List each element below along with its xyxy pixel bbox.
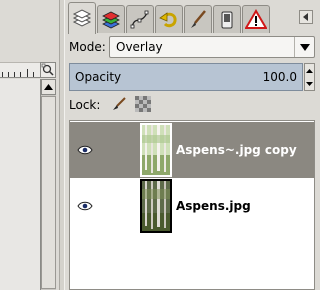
- dock-tab-bar: [65, 2, 317, 34]
- layers-dock: Mode: Overlay Opacity 100.0 Lock: Aspens…: [65, 0, 317, 290]
- spin-down-icon[interactable]: [305, 77, 314, 90]
- tab-channels[interactable]: [97, 5, 125, 33]
- lock-alpha-button[interactable]: [133, 95, 153, 115]
- tab-brushes[interactable]: [184, 5, 212, 33]
- opacity-slider[interactable]: Opacity 100.0: [69, 63, 303, 91]
- eye-icon[interactable]: [70, 178, 100, 234]
- opacity-label: Opacity: [75, 70, 122, 84]
- undo-history-icon: [158, 9, 180, 31]
- layer-name[interactable]: Aspens~.jpg copy: [176, 143, 297, 157]
- mode-row: Mode: Overlay: [69, 36, 315, 58]
- tab-undo-history[interactable]: [155, 5, 183, 33]
- lock-row: Lock:: [69, 95, 315, 115]
- lock-label: Lock:: [69, 98, 101, 112]
- layer-row-aspens-copy[interactable]: Aspens~.jpg copy: [70, 122, 314, 178]
- tab-layers[interactable]: [68, 2, 96, 34]
- device-status-icon: [216, 9, 238, 31]
- layer-thumbnail: [140, 123, 172, 177]
- layer-link-toggle[interactable]: [100, 122, 140, 178]
- dock-menu-button[interactable]: [299, 10, 313, 24]
- canvas-pane: [0, 0, 59, 290]
- layer-link-toggle[interactable]: [100, 178, 140, 234]
- scrollbar-thumb[interactable]: [41, 96, 56, 289]
- layers-empty-area[interactable]: [70, 233, 314, 289]
- channels-icon: [100, 9, 122, 31]
- mode-value: Overlay: [116, 40, 163, 54]
- paths-icon: [129, 9, 151, 31]
- tab-device-status[interactable]: [213, 5, 241, 33]
- spin-up-icon[interactable]: [305, 64, 314, 77]
- warning-icon: [245, 8, 267, 31]
- chevron-down-icon: [294, 37, 314, 57]
- checkerboard-icon: [135, 95, 151, 115]
- layers-icon: [71, 8, 93, 30]
- mode-dropdown[interactable]: Overlay: [109, 36, 315, 58]
- paintbrush-icon: [111, 96, 127, 115]
- vertical-scrollbar[interactable]: [40, 79, 56, 290]
- scroll-up-arrow-icon[interactable]: [41, 79, 56, 95]
- eye-icon[interactable]: [70, 122, 100, 178]
- horizontal-ruler: [0, 62, 40, 78]
- lock-pixels-button[interactable]: [109, 95, 129, 115]
- layer-row-aspens[interactable]: Aspens.jpg: [70, 178, 314, 234]
- opacity-spinner[interactable]: [304, 63, 315, 91]
- tab-error-console[interactable]: [242, 5, 270, 33]
- layer-name[interactable]: Aspens.jpg: [176, 199, 251, 213]
- brushes-icon: [187, 9, 209, 31]
- navigate-icon[interactable]: [40, 62, 56, 78]
- canvas-area[interactable]: [0, 79, 40, 290]
- mode-label: Mode:: [69, 40, 106, 54]
- layer-thumbnail: [140, 179, 172, 233]
- opacity-row: Opacity 100.0: [69, 63, 315, 91]
- opacity-value: 100.0: [262, 70, 297, 84]
- tab-paths[interactable]: [126, 5, 154, 33]
- layers-list[interactable]: Aspens~.jpg copy Aspens.jpg: [69, 120, 315, 290]
